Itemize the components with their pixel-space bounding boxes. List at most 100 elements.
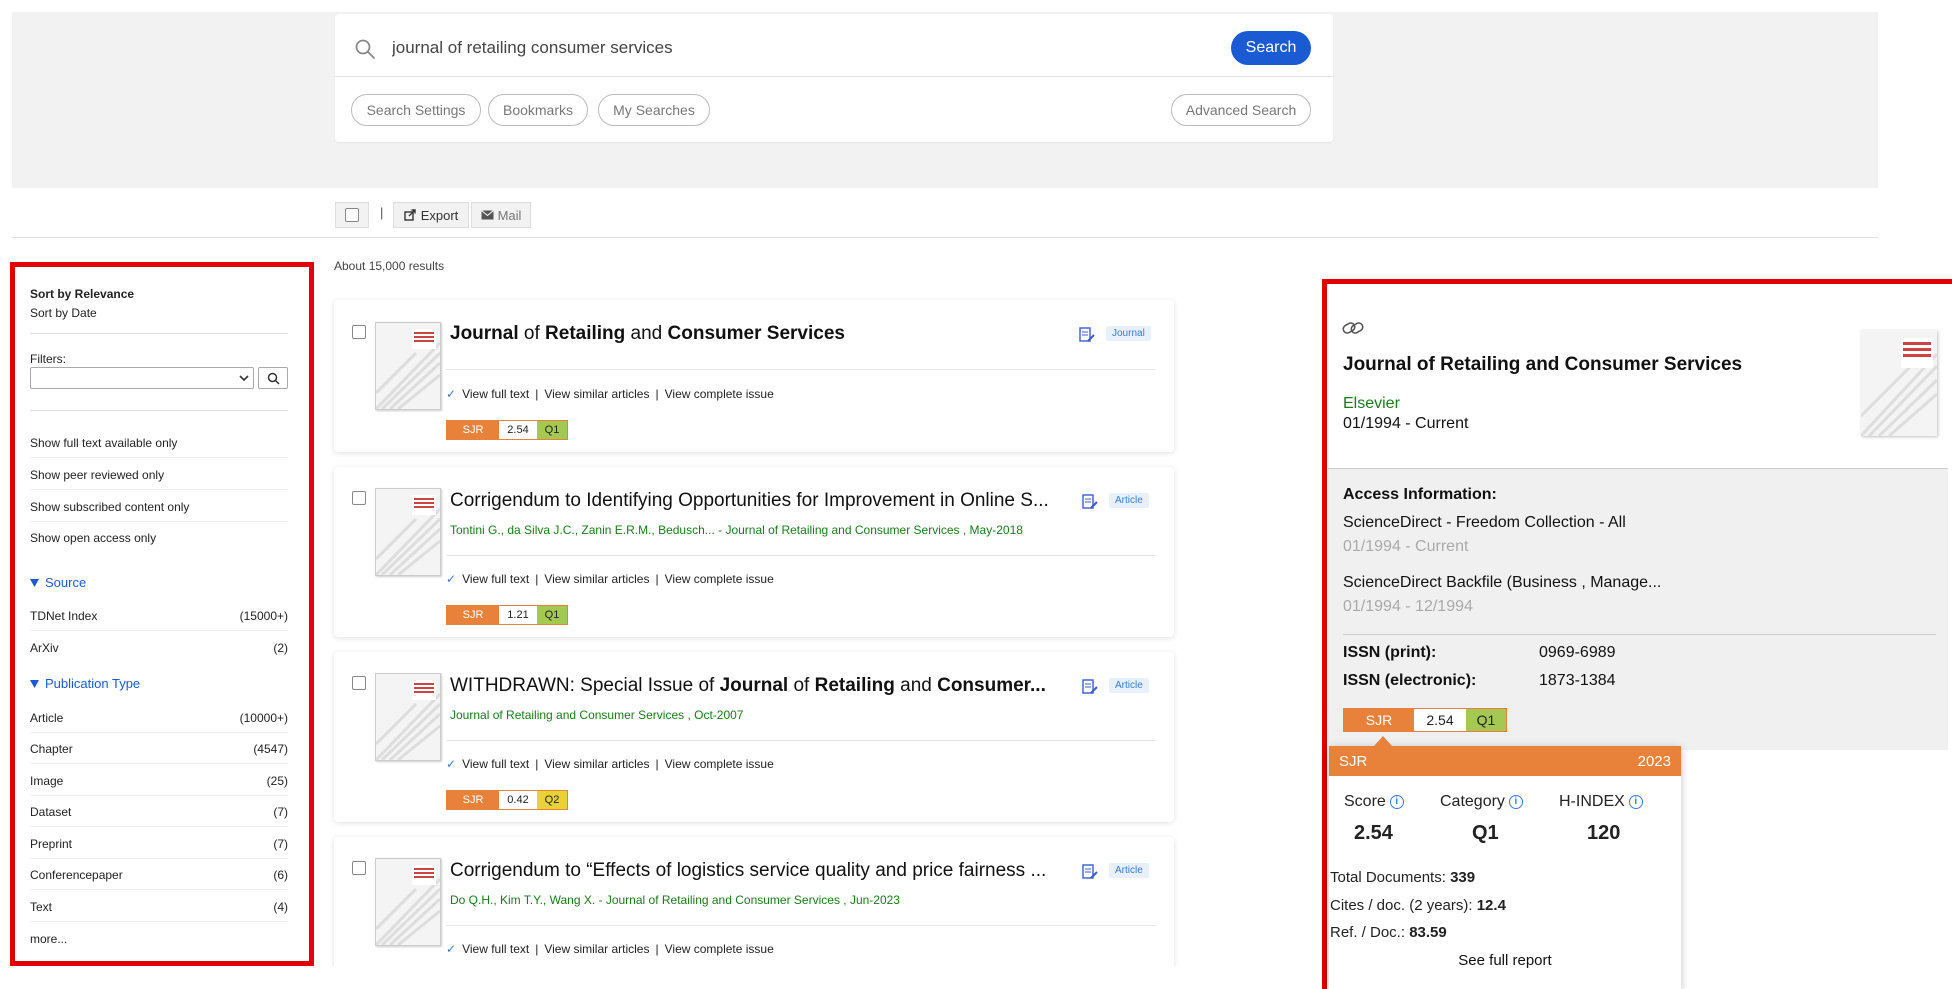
sjr-quartile: Q1 bbox=[537, 421, 567, 439]
mail-icon bbox=[480, 210, 494, 220]
view-full-text-link[interactable]: View full text bbox=[462, 387, 529, 401]
facet-more-link[interactable]: more... bbox=[30, 932, 67, 946]
view-issue-link[interactable]: View complete issue bbox=[665, 757, 774, 771]
facet-source-header[interactable]: Source bbox=[30, 575, 86, 590]
sort-by-relevance[interactable]: Sort by Relevance bbox=[30, 287, 134, 301]
search-button[interactable]: Search bbox=[1231, 31, 1311, 65]
citation-icon[interactable] bbox=[1079, 327, 1095, 343]
see-full-report-link[interactable]: See full report bbox=[1329, 952, 1681, 969]
cover-image bbox=[376, 865, 440, 945]
facet-item[interactable]: Article (10000+) bbox=[30, 703, 288, 733]
result-title[interactable]: Journal of Retailing and Consumer Servic… bbox=[450, 323, 1070, 345]
my-searches-button[interactable]: My Searches bbox=[598, 94, 710, 126]
facet-item[interactable]: Conferencepaper (6) bbox=[30, 860, 288, 890]
sort-by-date[interactable]: Sort by Date bbox=[30, 306, 97, 320]
search-input[interactable] bbox=[390, 33, 1194, 63]
category-label: Category i bbox=[1440, 793, 1523, 811]
facet-item[interactable]: ArXiv (2) bbox=[30, 633, 288, 663]
facet-item[interactable]: Preprint (7) bbox=[30, 829, 288, 859]
view-similar-link[interactable]: View similar articles bbox=[544, 387, 649, 401]
view-issue-link[interactable]: View complete issue bbox=[665, 572, 774, 586]
result-meta: Tontini G., da Silva J.C., Zanin E.R.M.,… bbox=[450, 523, 1023, 537]
mail-button[interactable]: Mail bbox=[471, 202, 531, 228]
toggle-open-access[interactable]: Show open access only bbox=[30, 523, 288, 553]
title-text: WITHDRAWN: Special Issue of bbox=[450, 675, 720, 696]
ref-label: Ref. / Doc.: bbox=[1330, 924, 1410, 941]
access-provider-link[interactable]: ScienceDirect - Freedom Collection - All bbox=[1343, 514, 1626, 532]
total-docs-value: 339 bbox=[1450, 869, 1476, 886]
facet-title: Publication Type bbox=[45, 676, 141, 691]
export-button[interactable]: Export bbox=[393, 202, 469, 228]
journal-cover-thumbnail[interactable] bbox=[375, 858, 441, 946]
title-bold: Retailing bbox=[545, 323, 626, 344]
sjr-label: SJR bbox=[447, 421, 499, 439]
facet-pubtype-header[interactable]: Publication Type bbox=[30, 676, 140, 691]
facet-item[interactable]: TDNet Index (15000+) bbox=[30, 601, 288, 631]
view-full-text-link[interactable]: View full text bbox=[462, 572, 529, 586]
result-checkbox[interactable] bbox=[352, 491, 366, 505]
detail-publisher-link[interactable]: Elsevier bbox=[1343, 395, 1400, 413]
result-title[interactable]: Corrigendum to Identifying Opportunities… bbox=[450, 490, 1060, 512]
ref-value: 83.59 bbox=[1409, 924, 1447, 941]
result-checkbox[interactable] bbox=[352, 676, 366, 690]
facet-item[interactable]: Dataset (7) bbox=[30, 797, 288, 827]
filters-select[interactable] bbox=[30, 367, 254, 389]
sjr-popup-year: 2023 bbox=[1637, 752, 1671, 770]
journal-cover-thumbnail[interactable] bbox=[375, 322, 441, 410]
result-checkbox[interactable] bbox=[352, 325, 366, 339]
chevron-down-icon bbox=[239, 375, 249, 382]
citation-icon[interactable] bbox=[1082, 494, 1098, 510]
link-separator: | bbox=[535, 757, 539, 771]
sjr-badge[interactable]: SJR 1.21 Q1 bbox=[446, 605, 568, 625]
citation-icon[interactable] bbox=[1082, 679, 1098, 695]
access-provider-link[interactable]: ScienceDirect Backfile (Business , Manag… bbox=[1343, 574, 1661, 592]
facet-item-count: (4547) bbox=[253, 741, 288, 756]
link-icon[interactable] bbox=[1342, 320, 1364, 336]
view-issue-link[interactable]: View complete issue bbox=[665, 942, 774, 956]
view-similar-link[interactable]: View similar articles bbox=[544, 757, 649, 771]
link-separator: | bbox=[655, 572, 659, 586]
search-settings-button[interactable]: Search Settings bbox=[351, 94, 481, 126]
info-icon[interactable]: i bbox=[1628, 794, 1643, 809]
sjr-quartile: Q1 bbox=[1466, 709, 1506, 731]
toggle-full-text[interactable]: Show full text available only bbox=[30, 428, 288, 458]
view-similar-link[interactable]: View similar articles bbox=[544, 572, 649, 586]
view-full-text-link[interactable]: View full text bbox=[462, 942, 529, 956]
toggle-peer-reviewed[interactable]: Show peer reviewed only bbox=[30, 460, 288, 490]
facet-item[interactable]: Image (25) bbox=[30, 766, 288, 796]
title-text: and bbox=[894, 675, 938, 696]
filters-search-button[interactable] bbox=[258, 367, 288, 389]
detail-sjr-badge[interactable]: SJR 2.54 Q1 bbox=[1343, 708, 1507, 732]
select-all-button[interactable] bbox=[335, 202, 369, 228]
sjr-score: 0.42 bbox=[499, 791, 537, 809]
access-info-label: Access Information: bbox=[1343, 486, 1497, 503]
issn-electronic-value: 1873-1384 bbox=[1539, 672, 1616, 689]
result-title[interactable]: WITHDRAWN: Special Issue of Journal of R… bbox=[450, 675, 1060, 697]
bookmarks-button[interactable]: Bookmarks bbox=[488, 94, 588, 126]
journal-cover-thumbnail[interactable] bbox=[375, 673, 441, 761]
link-separator: | bbox=[655, 942, 659, 956]
advanced-search-button[interactable]: Advanced Search bbox=[1171, 94, 1311, 126]
view-full-text-link[interactable]: View full text bbox=[462, 757, 529, 771]
select-all-checkbox[interactable] bbox=[345, 208, 359, 222]
link-separator: | bbox=[655, 387, 659, 401]
title-text: of bbox=[788, 675, 815, 696]
mail-label: Mail bbox=[497, 207, 522, 223]
facet-item[interactable]: Text (4) bbox=[30, 892, 288, 922]
detail-title: Journal of Retailing and Consumer Servic… bbox=[1343, 354, 1743, 375]
sjr-badge[interactable]: SJR 2.54 Q1 bbox=[446, 420, 568, 440]
category-value: Q1 bbox=[1472, 822, 1499, 844]
view-similar-link[interactable]: View similar articles bbox=[544, 942, 649, 956]
result-checkbox[interactable] bbox=[352, 861, 366, 875]
sjr-badge[interactable]: SJR 0.42 Q2 bbox=[446, 790, 568, 810]
info-icon[interactable]: i bbox=[1389, 794, 1404, 809]
toggle-subscribed[interactable]: Show subscribed content only bbox=[30, 492, 288, 522]
title-bold: Consumer... bbox=[937, 675, 1046, 696]
result-title[interactable]: Corrigendum to “Effects of logistics ser… bbox=[450, 860, 1060, 882]
info-icon[interactable]: i bbox=[1508, 794, 1523, 809]
facet-item[interactable]: Chapter (4547) bbox=[30, 734, 288, 764]
citation-icon[interactable] bbox=[1082, 864, 1098, 880]
score-value: 2.54 bbox=[1354, 822, 1393, 844]
journal-cover-thumbnail[interactable] bbox=[375, 488, 441, 576]
view-issue-link[interactable]: View complete issue bbox=[665, 387, 774, 401]
